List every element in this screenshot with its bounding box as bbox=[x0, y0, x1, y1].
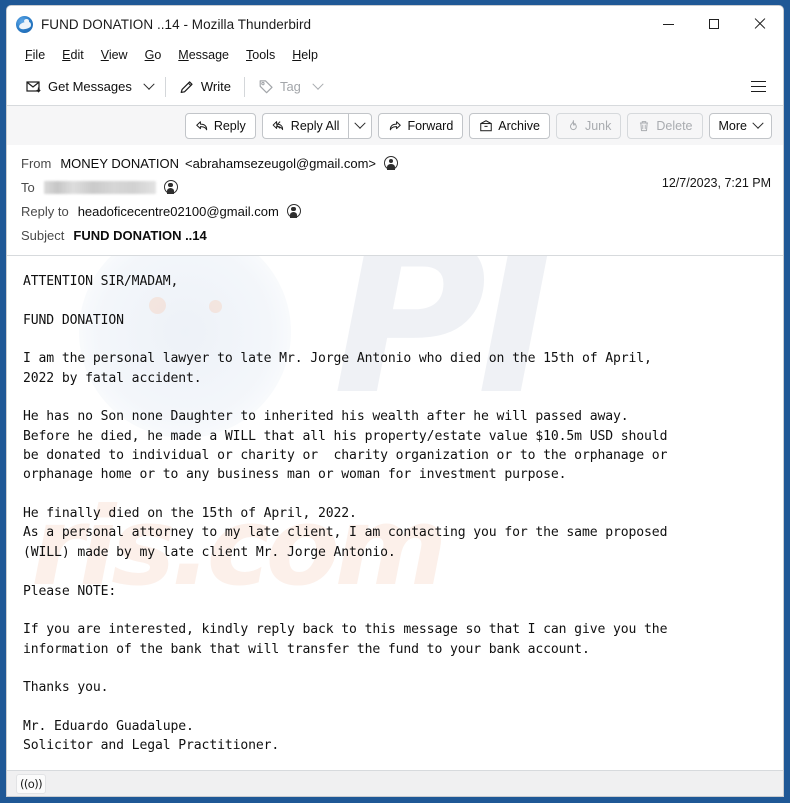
get-messages-dropdown[interactable] bbox=[139, 78, 159, 96]
message-body-pane[interactable]: PI ris.com ATTENTION SIR/MADAM, FUND DON… bbox=[7, 256, 783, 770]
write-label: Write bbox=[200, 79, 231, 94]
from-address[interactable]: <abrahamsezeugol@gmail.com> bbox=[185, 156, 376, 171]
minimize-icon bbox=[662, 23, 674, 25]
more-label: More bbox=[718, 118, 747, 133]
menu-bar: File Edit View Go Message Tools Help bbox=[7, 42, 783, 68]
tag-icon bbox=[259, 79, 273, 93]
delete-button[interactable]: Delete bbox=[627, 112, 703, 139]
menu-item-tools[interactable]: Tools bbox=[238, 45, 283, 65]
message-header-pane: From MONEY DONATION <abrahamsezeugol@gma… bbox=[7, 145, 783, 256]
reply-icon bbox=[196, 120, 207, 130]
menu-item-message[interactable]: Message bbox=[170, 45, 237, 65]
header-row-to: To bbox=[21, 175, 771, 199]
envelope-download-icon bbox=[26, 80, 41, 93]
tag-dropdown[interactable] bbox=[308, 78, 328, 96]
status-bar: ((o)) bbox=[7, 770, 783, 796]
close-icon bbox=[754, 18, 766, 30]
window-content: FUND DONATION ..14 - Mozilla Thunderbird… bbox=[6, 5, 784, 797]
archive-button[interactable]: Archive bbox=[469, 112, 550, 139]
pencil-icon bbox=[180, 80, 193, 93]
message-date: 12/7/2023, 7:21 PM bbox=[661, 176, 771, 190]
subject-label: Subject bbox=[21, 227, 65, 243]
junk-fire-icon bbox=[570, 119, 577, 130]
reply-all-group: Reply All bbox=[261, 112, 373, 139]
trash-icon bbox=[640, 120, 649, 131]
toolbar-separator-2 bbox=[243, 76, 245, 97]
chevron-down-icon bbox=[752, 117, 764, 129]
maximize-icon bbox=[709, 19, 719, 29]
more-button[interactable]: More bbox=[708, 112, 772, 139]
get-messages-button[interactable]: Get Messages bbox=[19, 74, 139, 100]
header-row-subject: Subject FUND DONATION ..14 bbox=[21, 223, 771, 247]
message-body-text: ATTENTION SIR/MADAM, FUND DONATION I am … bbox=[23, 274, 668, 754]
menu-item-file[interactable]: File bbox=[17, 45, 53, 65]
junk-label: Junk bbox=[584, 118, 612, 133]
main-toolbar: Get Messages Write Tag bbox=[7, 68, 783, 106]
window-controls bbox=[645, 6, 783, 42]
app-menu-button[interactable] bbox=[745, 74, 771, 100]
menu-item-help[interactable]: Help bbox=[284, 45, 326, 65]
menu-item-go[interactable]: Go bbox=[137, 45, 170, 65]
reply-button[interactable]: Reply bbox=[184, 112, 256, 139]
menu-item-view[interactable]: View bbox=[93, 45, 136, 65]
reply-all-dropdown[interactable] bbox=[348, 112, 373, 139]
contact-person-icon[interactable] bbox=[163, 180, 178, 195]
reply-all-button[interactable]: Reply All bbox=[261, 112, 349, 139]
reply-all-label: Reply All bbox=[290, 118, 340, 133]
application-window: FUND DONATION ..14 - Mozilla Thunderbird… bbox=[0, 0, 790, 803]
junk-button[interactable]: Junk bbox=[555, 112, 622, 139]
forward-icon bbox=[390, 120, 402, 130]
chevron-down-icon bbox=[312, 78, 324, 90]
to-label: To bbox=[21, 179, 35, 195]
maximize-button[interactable] bbox=[691, 6, 737, 42]
reply-to-address[interactable]: headoficecentre02100@gmail.com bbox=[78, 204, 279, 219]
window-title: FUND DONATION ..14 - Mozilla Thunderbird bbox=[41, 16, 312, 32]
archive-box-icon bbox=[480, 119, 493, 131]
online-status-indicator[interactable]: ((o)) bbox=[16, 773, 46, 794]
hamburger-menu-icon bbox=[750, 80, 766, 83]
forward-button[interactable]: Forward bbox=[378, 112, 464, 139]
from-name[interactable]: MONEY DONATION bbox=[60, 156, 179, 171]
subject-value: FUND DONATION ..14 bbox=[73, 227, 207, 243]
contact-person-icon[interactable] bbox=[286, 204, 301, 219]
chevron-down-icon bbox=[354, 117, 367, 129]
reply-all-icon bbox=[272, 120, 283, 130]
write-button[interactable]: Write bbox=[172, 74, 238, 100]
reply-to-label: Reply to bbox=[21, 203, 69, 219]
close-button[interactable] bbox=[737, 6, 783, 42]
chevron-down-icon bbox=[143, 78, 155, 90]
message-action-toolbar: Reply Reply All Forward Archive Junk Del… bbox=[7, 106, 783, 145]
forward-label: Forward bbox=[407, 118, 454, 133]
menu-item-edit[interactable]: Edit bbox=[54, 45, 92, 65]
archive-label: Archive bbox=[498, 118, 540, 133]
delete-label: Delete bbox=[656, 118, 693, 133]
from-label: From bbox=[21, 155, 52, 171]
title-bar: FUND DONATION ..14 - Mozilla Thunderbird bbox=[7, 6, 783, 42]
header-row-from: From MONEY DONATION <abrahamsezeugol@gma… bbox=[21, 151, 771, 175]
header-row-reply-to: Reply to headoficecentre02100@gmail.com bbox=[21, 199, 771, 223]
get-messages-label: Get Messages bbox=[48, 79, 132, 94]
toolbar-separator bbox=[164, 76, 166, 97]
tag-button[interactable]: Tag bbox=[251, 74, 308, 100]
contact-person-icon[interactable] bbox=[384, 156, 399, 171]
reply-label: Reply bbox=[213, 118, 246, 133]
broadcast-online-icon: ((o)) bbox=[20, 776, 43, 791]
tag-label: Tag bbox=[279, 79, 301, 94]
to-address-redacted bbox=[43, 180, 156, 194]
thunderbird-logo-icon bbox=[16, 15, 33, 33]
minimize-button[interactable] bbox=[645, 6, 691, 42]
